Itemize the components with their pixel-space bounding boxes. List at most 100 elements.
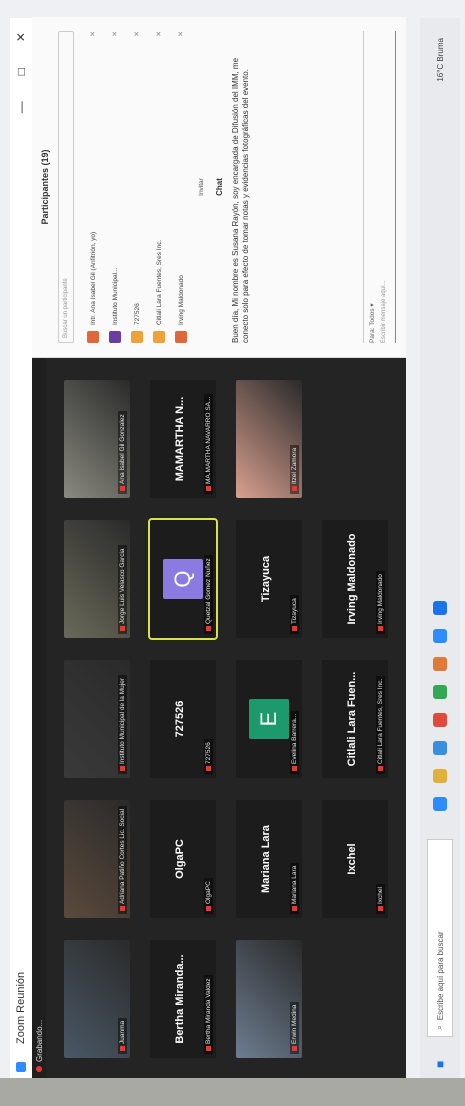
chat-input[interactable]: Escribir mensaje aquí... bbox=[381, 31, 396, 343]
avatar: Q bbox=[163, 559, 203, 599]
zoom-app-icon bbox=[16, 1062, 26, 1072]
participant-display-name: Ixchel bbox=[346, 843, 358, 875]
participant-tile[interactable]: Jorge Luis Velasco Garcia bbox=[64, 520, 130, 638]
window-title: Zoom Reunión bbox=[15, 971, 27, 1044]
participant-display-name: Tizayuca bbox=[260, 555, 272, 603]
participant-name-label: Quetzal Gomez Nuñez bbox=[204, 555, 213, 634]
participant-name-label: Tizayuca bbox=[290, 595, 299, 634]
participant-tile[interactable]: Adriana Patiño Cortes Lic. Social bbox=[64, 800, 130, 918]
chat-recipient-select[interactable]: Para: Todos ▾ bbox=[363, 31, 376, 343]
mic-muted-icon[interactable]: ✕ bbox=[177, 31, 185, 37]
title-bar: Zoom Reunión — □ ✕ bbox=[10, 18, 33, 1078]
participant-name-label: Bertha Miranda Valdez bbox=[204, 975, 213, 1054]
participant-display-name: Mariana Lara bbox=[260, 825, 272, 893]
participant-name-label: Erwin Medina bbox=[290, 1001, 299, 1054]
participant-tile[interactable]: Ana Isabel Gil Gonzalez bbox=[64, 380, 130, 498]
participant-display-name: Bertha Miranda... bbox=[174, 954, 186, 1044]
mic-muted-icon[interactable]: ✕ bbox=[155, 31, 163, 37]
screen-edge bbox=[0, 1078, 465, 1106]
participant-name-label: Adriana Patiño Cortes Lic. Social bbox=[118, 805, 127, 914]
participant-name-label: Juanma bbox=[118, 1017, 127, 1054]
participant-display-name: Citlali Lara Fuen... bbox=[346, 671, 358, 767]
taskbar-search-label: Escribe aquí para buscar bbox=[435, 931, 445, 1021]
participant-name-label: MA.MARTHA NAVARRO SA... bbox=[204, 393, 213, 494]
mic-muted-icon[interactable]: ✕ bbox=[111, 31, 119, 37]
taskbar-app-icon[interactable] bbox=[433, 712, 447, 727]
recording-label: Grabando... bbox=[34, 1019, 44, 1062]
participant-tile[interactable]: 727526 727526 bbox=[150, 660, 216, 778]
participant-name-label: Citlali Lara Fuentes, Sres Inc. bbox=[376, 675, 385, 774]
participant-list-name: Citlali Lara Fuentes, Sres Inc. bbox=[155, 239, 163, 325]
minimize-button[interactable]: — bbox=[14, 101, 28, 113]
participant-list-name: Intr. Ana Isabel Gil (Anfitrión, yo) bbox=[89, 231, 97, 325]
avatar: E bbox=[249, 699, 289, 739]
recording-indicator[interactable]: Grabando... bbox=[32, 358, 46, 1078]
participant-tile[interactable]: Q Quetzal Gomez Nuñez bbox=[148, 516, 218, 642]
participant-tile[interactable]: Juanma bbox=[64, 940, 130, 1058]
close-button[interactable]: ✕ bbox=[14, 32, 28, 42]
participant-name-label: Jorge Luis Velasco Garcia bbox=[118, 545, 127, 634]
windows-start-icon[interactable]: ■ bbox=[433, 1061, 447, 1068]
participant-tile[interactable]: Itzel Zamora bbox=[236, 380, 302, 498]
participant-avatar-icon bbox=[131, 331, 143, 343]
participant-tile[interactable]: E Evelina Barrera... bbox=[236, 660, 302, 778]
chat-area: Chat Buen día, Mi nombre es Susana Rayón… bbox=[215, 31, 251, 343]
mic-muted-icon[interactable]: ✕ bbox=[133, 31, 141, 37]
taskbar-search-input[interactable]: ⌕ Escribe aquí para buscar bbox=[427, 838, 453, 1037]
participant-name-label: Instituto Municipal de la Mujer bbox=[118, 675, 127, 774]
participant-tile[interactable]: Citlali Lara Fuen... Citlali Lara Fuentes… bbox=[322, 660, 388, 778]
taskbar-app-icon[interactable] bbox=[433, 684, 447, 699]
participant-display-name: OlgaPC bbox=[174, 839, 186, 879]
participant-avatar-icon bbox=[87, 331, 99, 343]
participant-display-name: 727526 bbox=[174, 700, 186, 738]
zoom-window: Zoom Reunión — □ ✕ Grabando... Juanma Adr… bbox=[0, 0, 465, 1106]
maximize-button[interactable]: □ bbox=[14, 68, 28, 75]
invite-button[interactable]: Invitar bbox=[198, 17, 205, 357]
participant-tile[interactable]: OlgaPC OlgaPC bbox=[150, 800, 216, 918]
taskbar-app-icon[interactable] bbox=[433, 600, 447, 615]
participant-name-label: Ana Isabel Gil Gonzalez bbox=[118, 411, 127, 494]
participant-name-label: Evelina Barrera... bbox=[290, 710, 299, 774]
mic-muted-icon[interactable]: ✕ bbox=[89, 31, 97, 37]
participant-search-input[interactable]: Buscar un participante bbox=[58, 31, 74, 343]
side-panel: Participantes (19) Buscar un participant… bbox=[32, 17, 406, 358]
participants-title: Participantes (19) bbox=[40, 149, 50, 225]
participant-avatar-icon bbox=[109, 331, 121, 343]
participant-name-label: Irving Maldonado bbox=[376, 571, 385, 634]
participant-tile[interactable]: Erwin Medina bbox=[236, 940, 302, 1058]
participant-display-name: Irving Maldonado bbox=[346, 533, 358, 625]
weather-label: 16°C Bruma bbox=[435, 38, 445, 82]
participant-list: Intr. Ana Isabel Gil (Anfitrión, yo) ✕ Ins… bbox=[82, 17, 192, 357]
taskbar-app-icon[interactable] bbox=[433, 768, 447, 783]
participant-name-label: Mariana Lara bbox=[290, 862, 299, 914]
chat-message: Buen día, Mi nombre es Susana Rayón, soy… bbox=[231, 57, 250, 343]
participant-tile[interactable]: Ixchel Ixchel bbox=[322, 800, 388, 918]
participant-tile[interactable]: MAMARTHA N... MA.MARTHA NAVARRO SA... bbox=[150, 380, 216, 498]
participant-list-item[interactable]: Irving Maldonado ✕ bbox=[170, 31, 192, 343]
participant-tile[interactable]: Irving Maldonado Irving Maldonado bbox=[322, 520, 388, 638]
participant-list-item[interactable]: Citlali Lara Fuentes, Sres Inc. ✕ bbox=[148, 31, 170, 343]
participant-list-name: 727526 bbox=[133, 303, 141, 325]
participant-list-item[interactable]: Intr. Ana Isabel Gil (Anfitrión, yo) ✕ bbox=[82, 31, 104, 343]
record-icon bbox=[36, 1066, 42, 1072]
taskbar-app-icon[interactable] bbox=[433, 628, 447, 643]
participant-avatar-icon bbox=[153, 331, 165, 343]
participant-tile[interactable]: Instituto Municipal de la Mujer bbox=[64, 660, 130, 778]
taskbar-app-icons bbox=[433, 600, 447, 811]
photo-frame: Zoom Reunión — □ ✕ Grabando... Juanma Adr… bbox=[0, 0, 465, 1106]
participant-tile[interactable]: Tizayuca Tizayuca bbox=[236, 520, 302, 638]
participant-list-item[interactable]: 727526 ✕ bbox=[126, 31, 148, 343]
participant-list-item[interactable]: Instituto Municipal... ✕ bbox=[104, 31, 126, 343]
participant-tile[interactable]: Bertha Miranda... Bertha Miranda Valdez bbox=[150, 940, 216, 1058]
participant-tile[interactable]: Mariana Lara Mariana Lara bbox=[236, 800, 302, 918]
participant-name-label: OlgaPC bbox=[204, 878, 213, 914]
taskbar-app-icon[interactable] bbox=[433, 796, 447, 811]
taskbar-app-icon[interactable] bbox=[433, 656, 447, 671]
participant-avatar-icon bbox=[175, 331, 187, 343]
search-icon: ⌕ bbox=[435, 1025, 444, 1030]
participant-list-name: Irving Maldonado bbox=[177, 275, 185, 325]
participant-name-label: Ixchel bbox=[376, 884, 385, 914]
participant-name-label: 727526 bbox=[204, 739, 213, 774]
taskbar-app-icon[interactable] bbox=[433, 740, 447, 755]
participant-list-name: Instituto Municipal... bbox=[111, 267, 119, 325]
